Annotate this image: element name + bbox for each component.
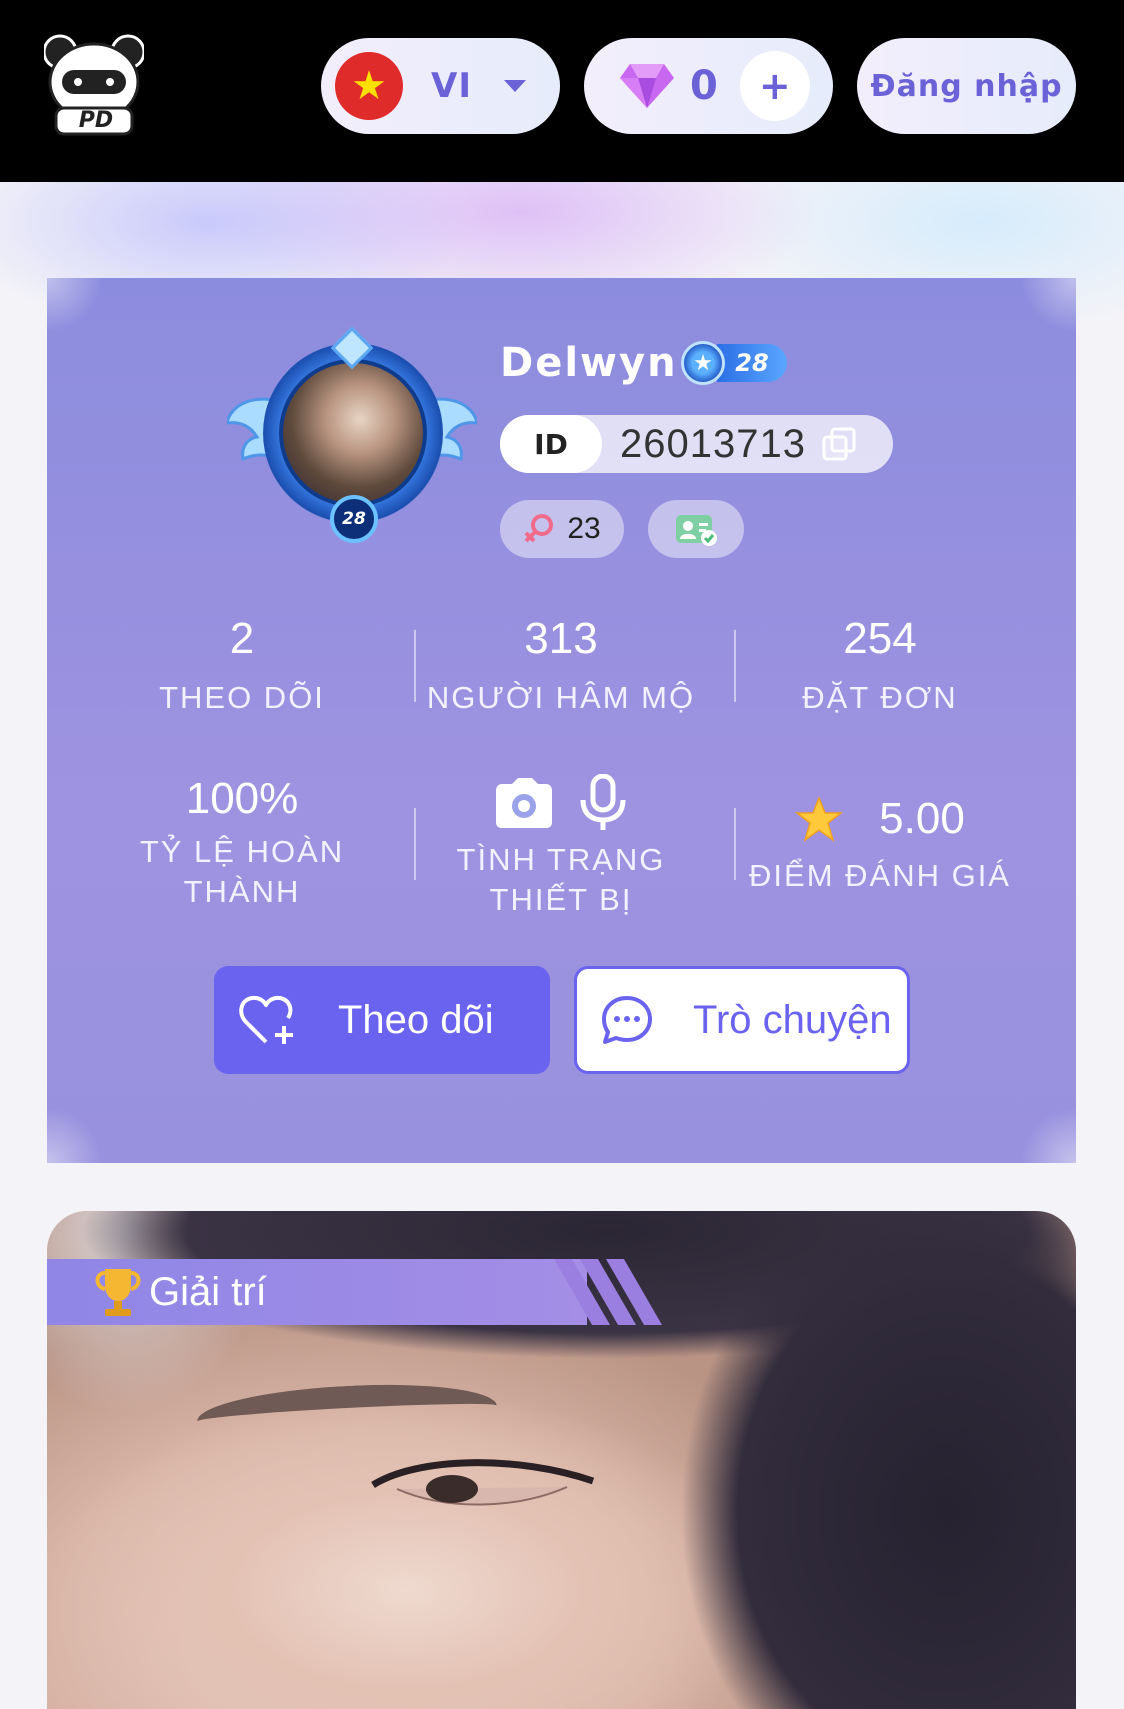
follow-button-label: Theo dõi xyxy=(338,997,494,1042)
avatar[interactable]: 28 xyxy=(227,326,477,553)
logo-text: PD xyxy=(78,108,114,133)
copy-icon[interactable] xyxy=(822,427,856,461)
profile-photo-card[interactable]: Giải trí xyxy=(47,1211,1076,1709)
star-icon xyxy=(795,796,844,842)
stat-orders: 254 ĐẶT ĐƠN xyxy=(720,614,1040,718)
card-corner-glow xyxy=(47,278,107,338)
camera-icon xyxy=(496,778,552,828)
stat-label: NGƯỜI HÂM MỘ xyxy=(426,680,696,715)
verified-chip xyxy=(648,500,744,558)
stat-label: THEO DÕI xyxy=(159,680,325,715)
stat-following[interactable]: 2 THEO DÕI xyxy=(82,614,402,718)
stat-value: 2 xyxy=(229,614,255,663)
language-selector[interactable]: ★ VI xyxy=(321,38,560,134)
user-id: 26013713 xyxy=(620,421,806,466)
category-banner: Giải trí xyxy=(47,1259,667,1325)
id-verified-icon xyxy=(676,515,717,546)
stat-value: 254 xyxy=(843,614,917,663)
app-logo[interactable]: PD xyxy=(42,34,146,138)
stat-label: ĐẶT ĐƠN xyxy=(802,680,958,715)
stat-device-status: TÌNH TRẠNG THIẾT BỊ xyxy=(401,774,721,920)
stat-fans[interactable]: 313 NGƯỜI HÂM MỘ xyxy=(401,614,721,718)
device-icons xyxy=(401,774,721,832)
add-gems-button[interactable]: + xyxy=(739,51,810,121)
stat-label-line1: TỶ LỆ HOÀN xyxy=(139,834,345,869)
stat-label-line2: THIẾT BỊ xyxy=(489,882,633,917)
rating-value: 5.00 xyxy=(879,794,965,843)
login-button[interactable]: Đăng nhập xyxy=(857,38,1076,134)
photo-eye xyxy=(371,1459,595,1506)
card-corner-glow xyxy=(1016,1103,1076,1163)
username: Delwyn xyxy=(500,340,678,386)
stat-label: ĐIỂM ĐÁNH GIÁ xyxy=(749,858,1011,893)
level-number: 28 xyxy=(717,344,787,382)
microphone-icon xyxy=(580,774,626,830)
card-corner-glow xyxy=(47,1103,107,1163)
heart-plus-icon xyxy=(239,995,293,1044)
top-header: PD ★ VI 0 + Đăng nhập xyxy=(0,0,1124,182)
female-icon xyxy=(524,514,554,543)
gem-count: 0 xyxy=(690,63,718,109)
gender-age-count: 23 xyxy=(567,512,601,545)
gender-age-chip: 23 xyxy=(500,500,624,558)
stat-label-line1: TÌNH TRẠNG xyxy=(456,842,666,877)
star-icon: ★ xyxy=(681,341,725,385)
diamond-icon xyxy=(620,64,674,108)
chat-button[interactable]: Trò chuyện xyxy=(574,966,910,1074)
avatar-level-badge: 28 xyxy=(330,495,378,543)
follow-button[interactable]: Theo dõi xyxy=(214,966,550,1074)
stat-completion-rate: 100% TỶ LỆ HOÀN THÀNH xyxy=(82,774,402,912)
trophy-icon xyxy=(95,1269,141,1316)
stat-label-line2: THÀNH xyxy=(183,874,301,909)
card-corner-glow xyxy=(1016,278,1076,338)
stat-rating: 5.00 ĐIỂM ĐÁNH GIÁ xyxy=(720,788,1040,896)
category-label: Giải trí xyxy=(149,1269,267,1314)
id-tag: ID xyxy=(500,415,602,473)
level-badge: ★ 28 xyxy=(681,341,787,385)
vietnam-flag-icon: ★ xyxy=(335,52,403,120)
profile-card: 28 Delwyn ★ 28 ID 26013713 23 2 THEO DÕI… xyxy=(47,278,1076,1163)
stat-value: 313 xyxy=(524,614,598,663)
chat-bubble-icon xyxy=(602,996,652,1044)
avatar-photo xyxy=(279,359,427,507)
stat-value: 100% xyxy=(185,774,299,823)
language-code: VI xyxy=(431,66,472,106)
chat-button-label: Trò chuyện xyxy=(693,997,892,1042)
gem-balance: 0 + xyxy=(584,38,833,134)
user-id-row: ID 26013713 xyxy=(500,415,893,473)
chevron-down-icon xyxy=(503,80,526,92)
